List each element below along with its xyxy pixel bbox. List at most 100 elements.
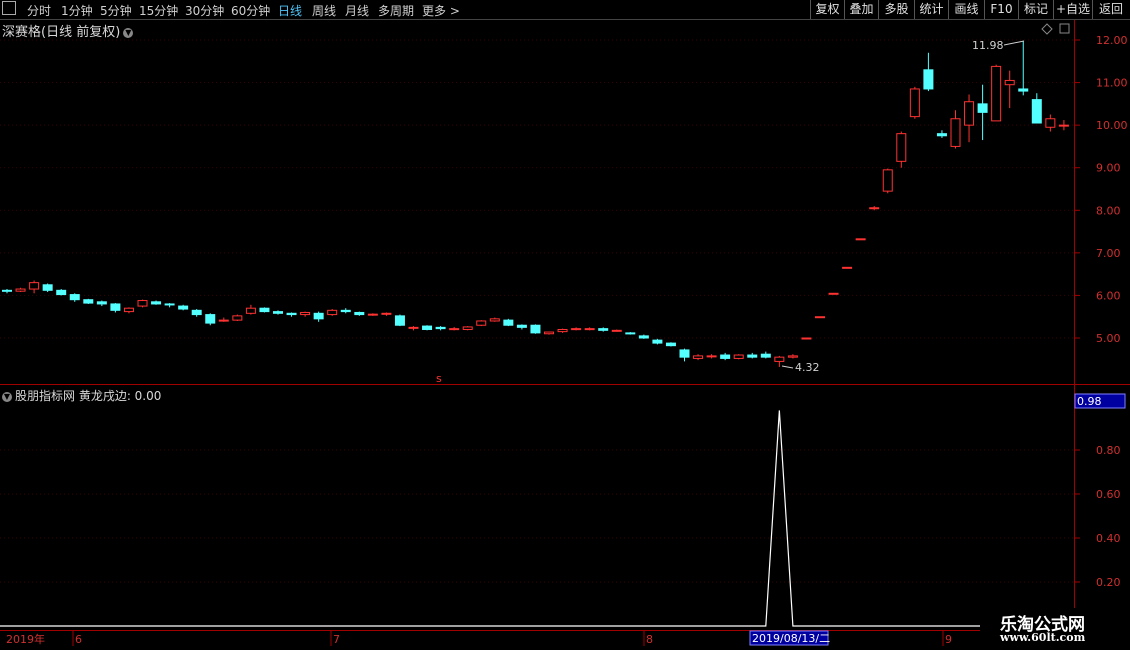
candle-body — [747, 354, 758, 358]
cursor-date: 2019/08/13/二 — [752, 632, 830, 645]
candle-body — [679, 349, 690, 358]
candle-body — [367, 313, 378, 316]
candle-body — [828, 292, 839, 295]
candle-body — [598, 328, 609, 331]
candle-body — [476, 320, 487, 326]
candle-body — [964, 101, 975, 126]
candle-body — [571, 328, 582, 331]
candle-body — [991, 65, 1002, 122]
candle-body — [83, 299, 94, 304]
candle-body — [313, 312, 324, 320]
candle-body — [300, 311, 311, 316]
candle-body — [693, 355, 704, 359]
candle-body — [1058, 124, 1069, 127]
candle-body — [408, 326, 419, 329]
indicator-value: 0.98 — [1077, 395, 1102, 408]
candle-body — [178, 305, 189, 310]
candle-body — [273, 311, 283, 314]
candle-body — [29, 282, 40, 290]
candle-body — [544, 331, 554, 335]
candle-body — [557, 328, 568, 333]
candle-body — [42, 284, 53, 291]
candle-body — [422, 325, 433, 330]
candle-body — [96, 301, 107, 305]
candle-body — [652, 339, 663, 344]
y-label: 8.00 — [1096, 204, 1121, 217]
x-label: 8 — [646, 633, 653, 646]
indicator-y-label: 0.60 — [1096, 488, 1121, 501]
candle-body — [720, 354, 731, 359]
candle-body — [638, 335, 649, 339]
candle-body — [394, 315, 405, 326]
candle-body — [1004, 79, 1015, 86]
candle-body — [354, 311, 365, 316]
candle-body — [950, 118, 961, 147]
candle-body — [435, 326, 446, 330]
candle-body — [869, 207, 880, 210]
candle-body — [801, 337, 812, 340]
high-arrow — [1003, 40, 1025, 46]
signal-marker: s — [436, 372, 442, 385]
candle-body — [56, 289, 67, 296]
indicator-y-label: 0.20 — [1096, 576, 1121, 589]
candle-body — [530, 324, 541, 334]
diamond-icon[interactable] — [1041, 23, 1053, 35]
y-label: 5.00 — [1096, 332, 1121, 345]
candle-body — [706, 355, 717, 358]
indicator-series-line — [0, 410, 1074, 627]
candle-body — [787, 355, 798, 358]
candle-body — [69, 294, 80, 301]
candle-body — [842, 266, 853, 269]
candle-body — [774, 356, 785, 362]
candle-body — [191, 309, 202, 316]
low-arrow — [781, 365, 794, 369]
y-label: 9.00 — [1096, 162, 1121, 175]
candle-body — [232, 315, 243, 321]
candle-body — [760, 353, 771, 358]
y-label: 11.00 — [1096, 77, 1128, 90]
candle-body — [503, 319, 514, 326]
watermark-url: www.60lt.com — [1000, 631, 1086, 644]
candle-body — [340, 309, 351, 313]
high-label: 11.98 — [972, 39, 1004, 52]
x-label: 7 — [333, 633, 340, 646]
candle-body — [665, 342, 676, 347]
candle-body — [489, 318, 500, 322]
candle-body — [923, 69, 934, 90]
y-label: 7.00 — [1096, 247, 1121, 260]
indicator-y-label: 0.40 — [1096, 532, 1121, 545]
y-label: 10.00 — [1096, 119, 1128, 132]
candle-body — [381, 312, 392, 315]
candle-body — [218, 319, 229, 322]
x-label: 2019年 — [6, 632, 45, 646]
candle-body — [1045, 118, 1056, 128]
candle-body — [1031, 99, 1042, 124]
candle-body — [15, 288, 26, 292]
y-label: 12.00 — [1096, 34, 1128, 47]
candle-body — [855, 238, 866, 241]
candle-body — [137, 300, 148, 307]
candle-body — [449, 328, 460, 331]
candle-body — [2, 289, 12, 292]
candle-body — [164, 303, 175, 306]
candle-body — [110, 303, 121, 311]
chart-canvas[interactable]: 12.00 11.00 10.00 9.00 8.00 7.00 6.00 5.00 0.80 0… — [0, 0, 1130, 650]
candle-body — [936, 133, 947, 137]
x-label: 6 — [75, 633, 82, 646]
candle-body — [882, 169, 893, 192]
candle-body — [516, 324, 527, 328]
candle-body — [909, 88, 920, 118]
low-label: 4.32 — [795, 361, 820, 374]
candle-body — [611, 329, 622, 332]
y-label: 6.00 — [1096, 289, 1121, 302]
candle-body — [151, 301, 162, 305]
candle-body — [815, 316, 825, 319]
candle-body — [123, 307, 134, 313]
candle-body — [462, 326, 473, 330]
watermark: 乐淘公式网 www.60lt.com — [980, 608, 1130, 650]
candle-body — [896, 133, 907, 162]
panel-toggle-icon[interactable] — [1059, 23, 1070, 34]
candle-body — [1018, 88, 1029, 92]
indicator-y-label: 0.80 — [1096, 444, 1121, 457]
candle-body — [327, 309, 338, 316]
